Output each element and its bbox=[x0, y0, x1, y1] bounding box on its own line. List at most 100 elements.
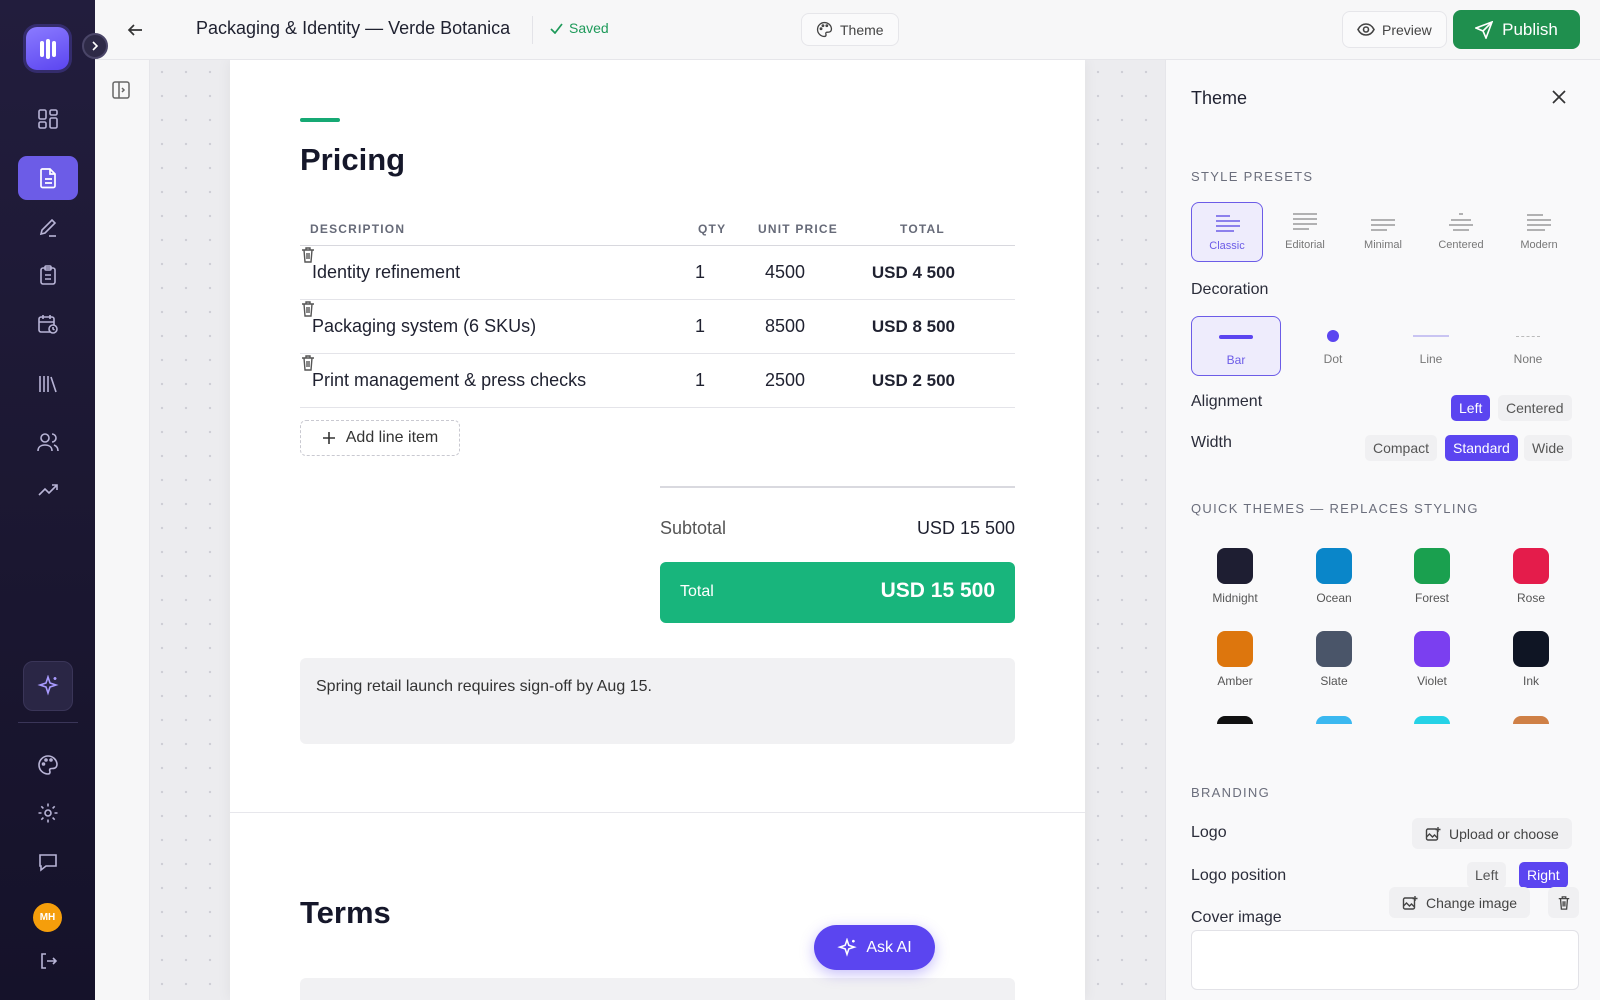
row-unit-price[interactable]: 2500 bbox=[760, 370, 810, 391]
theme-swatch-rose[interactable] bbox=[1513, 548, 1549, 584]
logo-position-label: Logo position bbox=[1191, 867, 1287, 884]
cover-image-preview[interactable] bbox=[1191, 930, 1579, 990]
col-unit-price: UNIT PRICE bbox=[758, 222, 839, 236]
save-status-label: Saved bbox=[569, 20, 609, 36]
theme-swatch-violet[interactable] bbox=[1414, 631, 1450, 667]
nav-dashboard[interactable] bbox=[18, 97, 78, 141]
library-icon bbox=[39, 376, 57, 393]
upload-logo-label: Upload or choose bbox=[1449, 825, 1559, 842]
logo-position-right[interactable]: Right bbox=[1519, 862, 1568, 888]
nav-theme[interactable] bbox=[18, 743, 78, 787]
add-line-item-label: Add line item bbox=[345, 429, 439, 446]
swatch-label: Forest bbox=[1414, 591, 1449, 605]
row-qty[interactable]: 1 bbox=[690, 262, 710, 283]
quick-themes-grid: Midnight Ocean Forest Rose Amber Slate V… bbox=[1166, 60, 1600, 724]
chevron-right-icon bbox=[92, 41, 99, 51]
theme-button[interactable]: Theme bbox=[801, 13, 899, 46]
app-logo[interactable] bbox=[26, 27, 69, 70]
nav-settings[interactable] bbox=[18, 791, 78, 835]
back-button[interactable] bbox=[123, 18, 147, 42]
total-label: Total bbox=[680, 583, 714, 600]
table-row[interactable]: Packaging system (6 SKUs) 1 8500 USD 8 5… bbox=[300, 300, 1015, 354]
ai-sparkle-icon bbox=[837, 937, 858, 957]
theme-swatch-ocean[interactable] bbox=[1316, 548, 1352, 584]
theme-swatch-midnight[interactable] bbox=[1217, 548, 1253, 584]
rail-divider bbox=[18, 722, 78, 723]
pricing-title[interactable]: Pricing bbox=[300, 142, 405, 178]
nav-analytics[interactable] bbox=[18, 468, 78, 512]
nav-tasks[interactable] bbox=[18, 253, 78, 297]
swatch-label: Ink bbox=[1522, 674, 1539, 688]
change-image-button[interactable]: Change image bbox=[1389, 887, 1531, 918]
row-qty[interactable]: 1 bbox=[690, 370, 710, 391]
theme-swatch-slate[interactable] bbox=[1316, 631, 1352, 667]
preview-button-label: Preview bbox=[1382, 21, 1432, 38]
document-page: Pricing DESCRIPTION QTY UNIT PRICE TOTAL… bbox=[230, 60, 1085, 1000]
row-description[interactable]: Print management & press checks bbox=[312, 370, 586, 391]
users-icon bbox=[37, 433, 59, 452]
swatch-label: Ocean bbox=[1316, 591, 1352, 605]
outline-strip bbox=[95, 60, 150, 1000]
terms-content-box[interactable] bbox=[300, 978, 1015, 1000]
pricing-note[interactable]: Spring retail launch requires sign-off b… bbox=[300, 658, 1015, 744]
subtotal-label: Subtotal bbox=[660, 518, 727, 538]
preview-button[interactable]: Preview bbox=[1342, 11, 1447, 48]
row-unit-price[interactable]: 4500 bbox=[760, 262, 810, 283]
theme-swatch-copper[interactable] bbox=[1513, 716, 1549, 724]
col-total: TOTAL bbox=[900, 222, 945, 236]
eye-icon bbox=[1357, 23, 1375, 36]
row-total: USD 4 500 bbox=[871, 263, 955, 282]
row-unit-price[interactable]: 8500 bbox=[760, 316, 810, 337]
branding-label: BRANDING bbox=[1191, 785, 1271, 800]
ask-ai-button[interactable]: Ask AI bbox=[814, 925, 935, 970]
settings-icon bbox=[38, 803, 58, 823]
table-row[interactable]: Print management & press checks 1 2500 U… bbox=[300, 354, 1015, 408]
publish-button[interactable]: Publish bbox=[1453, 10, 1580, 49]
change-image-label: Change image bbox=[1426, 894, 1518, 911]
swatch-label: Violet bbox=[1417, 674, 1447, 688]
terms-title[interactable]: Terms bbox=[300, 895, 391, 931]
theme-swatch-cyan[interactable] bbox=[1414, 716, 1450, 724]
logout-button[interactable] bbox=[18, 939, 78, 983]
calendar-clock-icon bbox=[38, 315, 58, 334]
row-description[interactable]: Packaging system (6 SKUs) bbox=[312, 316, 536, 337]
logout-icon bbox=[41, 953, 58, 969]
nav-editor[interactable] bbox=[18, 205, 78, 249]
image-edit-icon bbox=[1402, 895, 1418, 910]
user-avatar[interactable]: MH bbox=[33, 903, 62, 932]
plus-icon bbox=[322, 432, 335, 444]
remove-cover-button[interactable] bbox=[1548, 887, 1579, 918]
row-qty[interactable]: 1 bbox=[690, 316, 710, 337]
nav-library[interactable] bbox=[18, 362, 78, 406]
swatch-label: Amber bbox=[1217, 674, 1253, 688]
ai-assistant-button[interactable] bbox=[23, 661, 73, 711]
document-canvas: Pricing DESCRIPTION QTY UNIT PRICE TOTAL… bbox=[150, 60, 1165, 1000]
total-value: USD 15 500 bbox=[880, 579, 995, 602]
col-description: DESCRIPTION bbox=[310, 222, 406, 236]
nav-documents[interactable] bbox=[18, 156, 78, 200]
section-divider bbox=[230, 812, 1085, 813]
add-line-item-button[interactable]: Add line item bbox=[300, 420, 460, 456]
rail-expand-button[interactable] bbox=[82, 33, 108, 59]
row-total: USD 8 500 bbox=[871, 317, 955, 336]
theme-swatch-ink[interactable] bbox=[1513, 631, 1549, 667]
row-description[interactable]: Identity refinement bbox=[312, 262, 460, 283]
logo-position-left[interactable]: Left bbox=[1467, 862, 1507, 888]
summary-divider bbox=[660, 486, 1015, 488]
app-rail: MH bbox=[0, 0, 95, 1000]
palette-icon bbox=[816, 21, 833, 38]
nav-clients[interactable] bbox=[18, 420, 78, 464]
theme-swatch-sky[interactable] bbox=[1316, 716, 1352, 724]
theme-swatch-amber[interactable] bbox=[1217, 631, 1253, 667]
sidebar-toggle-icon[interactable] bbox=[111, 80, 131, 100]
ask-ai-label: Ask AI bbox=[866, 938, 912, 956]
theme-swatch-black[interactable] bbox=[1217, 716, 1253, 724]
table-row[interactable]: Identity refinement 1 4500 USD 4 500 bbox=[300, 246, 1015, 300]
nav-messages[interactable] bbox=[18, 840, 78, 884]
theme-swatch-forest[interactable] bbox=[1414, 548, 1450, 584]
swatch-label: Midnight bbox=[1212, 591, 1258, 605]
upload-logo-button[interactable]: Upload or choose bbox=[1412, 818, 1572, 849]
nav-schedule[interactable] bbox=[18, 302, 78, 346]
document-title[interactable]: Packaging & Identity — Verde Botanica bbox=[196, 18, 510, 39]
arrow-left-icon bbox=[127, 24, 142, 36]
